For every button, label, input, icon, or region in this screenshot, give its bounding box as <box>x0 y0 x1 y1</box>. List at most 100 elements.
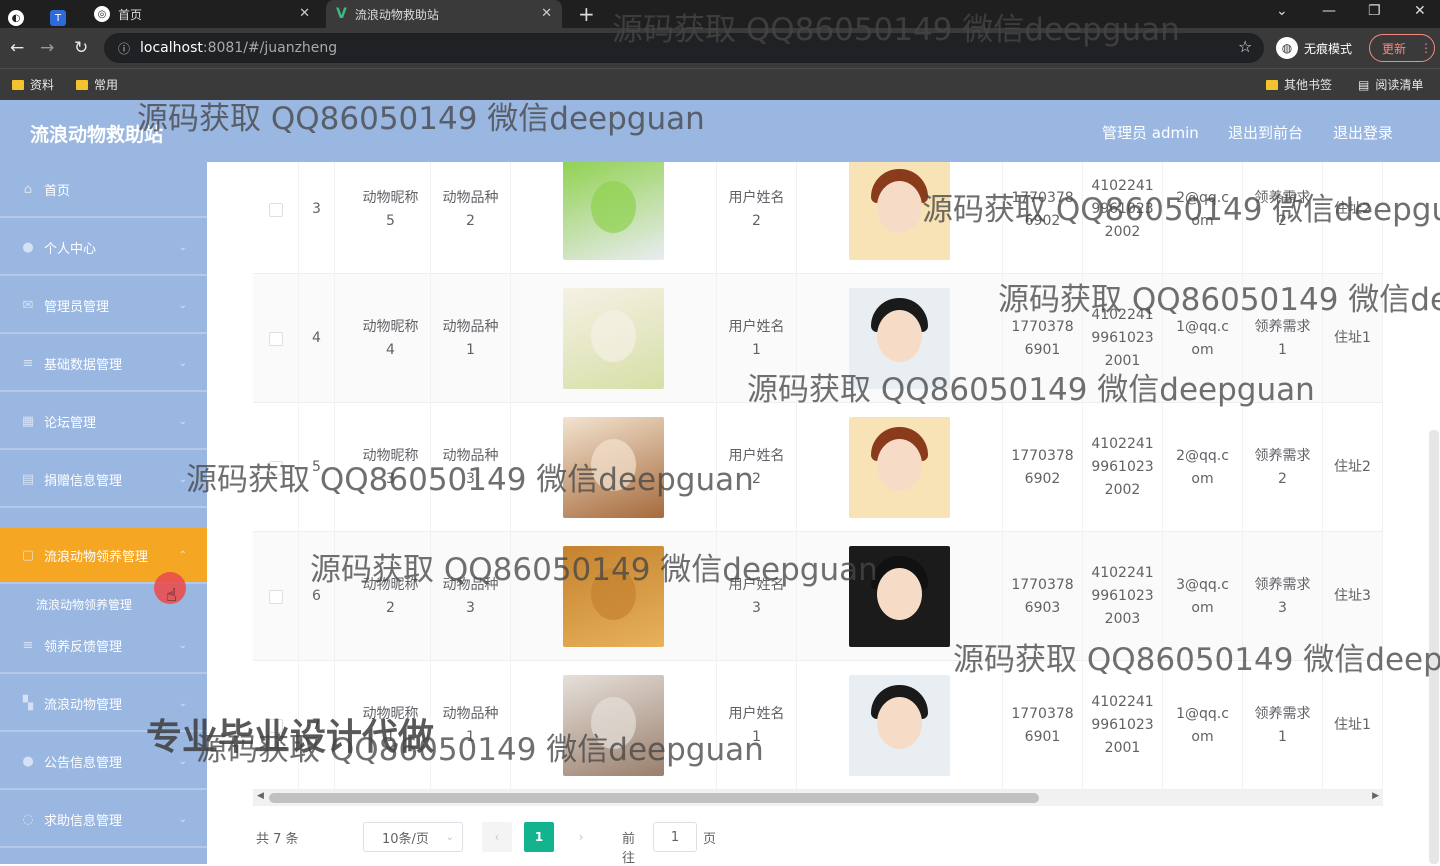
table-cell-id: 4102241 9961023 2002 <box>1083 162 1163 274</box>
horizontal-scrollbar[interactable]: ◀ ▶ <box>253 790 1383 806</box>
back-icon[interactable]: ← <box>10 38 24 58</box>
vertical-scrollbar[interactable] <box>1429 430 1439 864</box>
main-content: 3 动物昵称 5 动物品种 2 用户姓名 2 1770378 6902 4102241 9… <box>207 162 1440 866</box>
tab-home[interactable]: ◎ 首页 ✕ <box>84 0 320 28</box>
sidebar-item-profile[interactable]: ● 个人中心 ⌄ <box>0 220 207 276</box>
forward-icon[interactable]: → <box>40 38 54 58</box>
table-cell-phone: 1770378 6901 <box>1003 661 1083 790</box>
next-page-button[interactable]: › <box>566 822 596 852</box>
row-checkbox[interactable] <box>268 718 283 733</box>
globe-icon: ◎ <box>94 6 110 22</box>
user-photo[interactable] <box>849 288 950 389</box>
cell-text: 4 <box>312 330 321 346</box>
close-window-button[interactable]: ✕ <box>1414 3 1426 19</box>
chevron-up-icon: ⌃ <box>178 549 187 561</box>
chevron-down-icon: ⌄ <box>178 473 187 485</box>
sidebar-item-admins[interactable]: ✉ 管理员管理 ⌄ <box>0 278 207 334</box>
reload-icon[interactable]: ↻ <box>74 38 88 58</box>
cell-text: 动物品种 3 <box>442 576 499 616</box>
sidebar-item-donation[interactable]: ▤ 捐赠信息管理 ⌄ <box>0 452 207 508</box>
prev-page-button[interactable]: ‹ <box>482 822 512 852</box>
page-size-select[interactable]: 10条/页 ⌄ <box>363 822 463 852</box>
bookmark-folder[interactable]: 常用 <box>76 76 118 93</box>
cell-text: 1770378 6901 <box>1011 318 1074 358</box>
exit-to-front-link[interactable]: 退出到前台 <box>1228 122 1303 143</box>
table-cell-breed: 动物品种 3 <box>431 403 511 532</box>
animal-photo-cell <box>511 162 717 274</box>
bookmarks-bar: 资料 常用 其他书签 ▤ 阅读清单 <box>0 68 1440 100</box>
user-icon: ● <box>22 239 34 255</box>
restore-button[interactable]: ❐ <box>1368 3 1381 19</box>
reading-list[interactable]: ▤ 阅读清单 <box>1358 76 1423 93</box>
logout-link[interactable]: 退出登录 <box>1333 122 1393 143</box>
animal-photo[interactable] <box>563 546 664 647</box>
checkbox-cell <box>253 532 299 661</box>
sidebar-item-label: 个人中心 <box>44 241 97 257</box>
cell-text: 用户姓名 2 <box>728 447 785 487</box>
bookmark-folder[interactable]: 资料 <box>12 76 54 93</box>
animal-photo[interactable] <box>563 288 664 389</box>
new-tab-button[interactable]: + <box>578 2 595 26</box>
table-row[interactable]: 4 动物昵称 4 动物品种 1 用户姓名 1 1770378 6901 4102241 9… <box>253 274 1383 403</box>
animal-photo[interactable] <box>563 162 664 260</box>
bookmark-star-icon[interactable]: ☆ <box>1238 37 1252 56</box>
sidebar-item-label: 管理员管理 <box>44 299 110 315</box>
user-photo[interactable] <box>849 162 950 260</box>
chevron-down-icon: ⌄ <box>178 299 187 311</box>
goto-page-input[interactable]: 1 <box>653 822 697 852</box>
table-row[interactable]: 6 动物昵称 2 动物品种 3 用户姓名 3 1770378 6903 4102241 9… <box>253 532 1383 661</box>
user-photo[interactable] <box>849 546 950 647</box>
tab-active[interactable]: V 流浪动物救助站 ✕ <box>326 0 562 28</box>
sidebar-item-help[interactable]: ◌ 求助信息管理 ⌄ <box>0 792 207 848</box>
animal-face-shape <box>591 181 636 233</box>
chevron-down-icon: ⌄ <box>178 755 187 767</box>
scroll-left-icon[interactable]: ◀ <box>257 791 264 801</box>
sidebar-item-feedback[interactable]: ≡ 领养反馈管理 ⌄ <box>0 618 207 674</box>
user-photo[interactable] <box>849 675 950 776</box>
scroll-right-icon[interactable]: ▶ <box>1372 791 1379 801</box>
animal-photo[interactable] <box>563 675 664 776</box>
tab-search-icon[interactable]: ⌄ <box>1276 3 1288 19</box>
row-checkbox[interactable] <box>268 589 283 604</box>
user-photo-cell <box>797 403 1003 532</box>
sidebar-item-forum[interactable]: ▦ 论坛管理 ⌄ <box>0 394 207 450</box>
close-tab-icon[interactable]: ✕ <box>541 6 552 21</box>
cell-text: 住址1 <box>1334 717 1371 733</box>
page-button-current[interactable]: 1 <box>524 822 554 852</box>
sidebar-item-label: 基础数据管理 <box>44 357 123 373</box>
table-cell-name: 动物昵称 5 <box>351 162 431 274</box>
document-icon: ▤ <box>21 471 35 487</box>
total-count: 共 7 条 <box>256 831 299 847</box>
other-bookmarks[interactable]: 其他书签 <box>1266 76 1332 93</box>
animal-photo[interactable] <box>563 417 664 518</box>
goto-label: 前往 <box>622 832 636 866</box>
sidebar-item-animals[interactable]: ▚ 流浪动物管理 ⌄ <box>0 676 207 732</box>
scrollbar-thumb[interactable] <box>269 793 1039 803</box>
minimize-button[interactable]: — <box>1322 3 1336 19</box>
close-tab-icon[interactable]: ✕ <box>299 6 310 21</box>
table-row[interactable]: 7 动物昵称 1 动物品种 1 用户姓名 1 1770378 6901 4102241 9… <box>253 661 1383 790</box>
pagination: 共 7 条 10条/页 ⌄ ‹ 1 › 前往 1 页 <box>256 822 716 866</box>
sidebar-item-label: 论坛管理 <box>44 415 97 431</box>
chevron-down-icon: ⌄ <box>445 831 454 843</box>
row-checkbox[interactable] <box>268 331 283 346</box>
chevron-down-icon: ⌄ <box>178 357 187 369</box>
table-cell-index: 5 <box>299 403 335 532</box>
table-cell-user: 用户姓名 1 <box>717 661 797 790</box>
sidebar-item-base-data[interactable]: ≡ 基础数据管理 ⌄ <box>0 336 207 392</box>
row-checkbox[interactable] <box>268 460 283 475</box>
table-row[interactable]: 5 动物昵称 3 动物品种 3 用户姓名 2 1770378 6902 4102241 9… <box>253 403 1383 532</box>
url-host: localhost <box>140 40 203 56</box>
url-input[interactable]: ⓘ localhost:8081/#/juanzheng <box>104 33 1264 63</box>
row-checkbox[interactable] <box>268 202 283 217</box>
incognito-indicator[interactable]: ◍ 无痕模式 <box>1276 33 1352 63</box>
checkbox-cell <box>253 162 299 274</box>
update-button[interactable]: 更新 ⋮ <box>1369 34 1435 62</box>
cell-text: 4102241 9961023 2003 <box>1091 565 1154 627</box>
user-icon: ● <box>22 753 34 769</box>
cell-text: 住址2 <box>1334 459 1371 475</box>
sidebar-item-home[interactable]: ⌂ 首页 <box>0 162 207 218</box>
table-row[interactable]: 3 动物昵称 5 动物品种 2 用户姓名 2 1770378 6902 4102241 9… <box>253 162 1383 274</box>
user-photo[interactable] <box>849 417 950 518</box>
sidebar-item-notice[interactable]: ● 公告信息管理 ⌄ <box>0 734 207 790</box>
